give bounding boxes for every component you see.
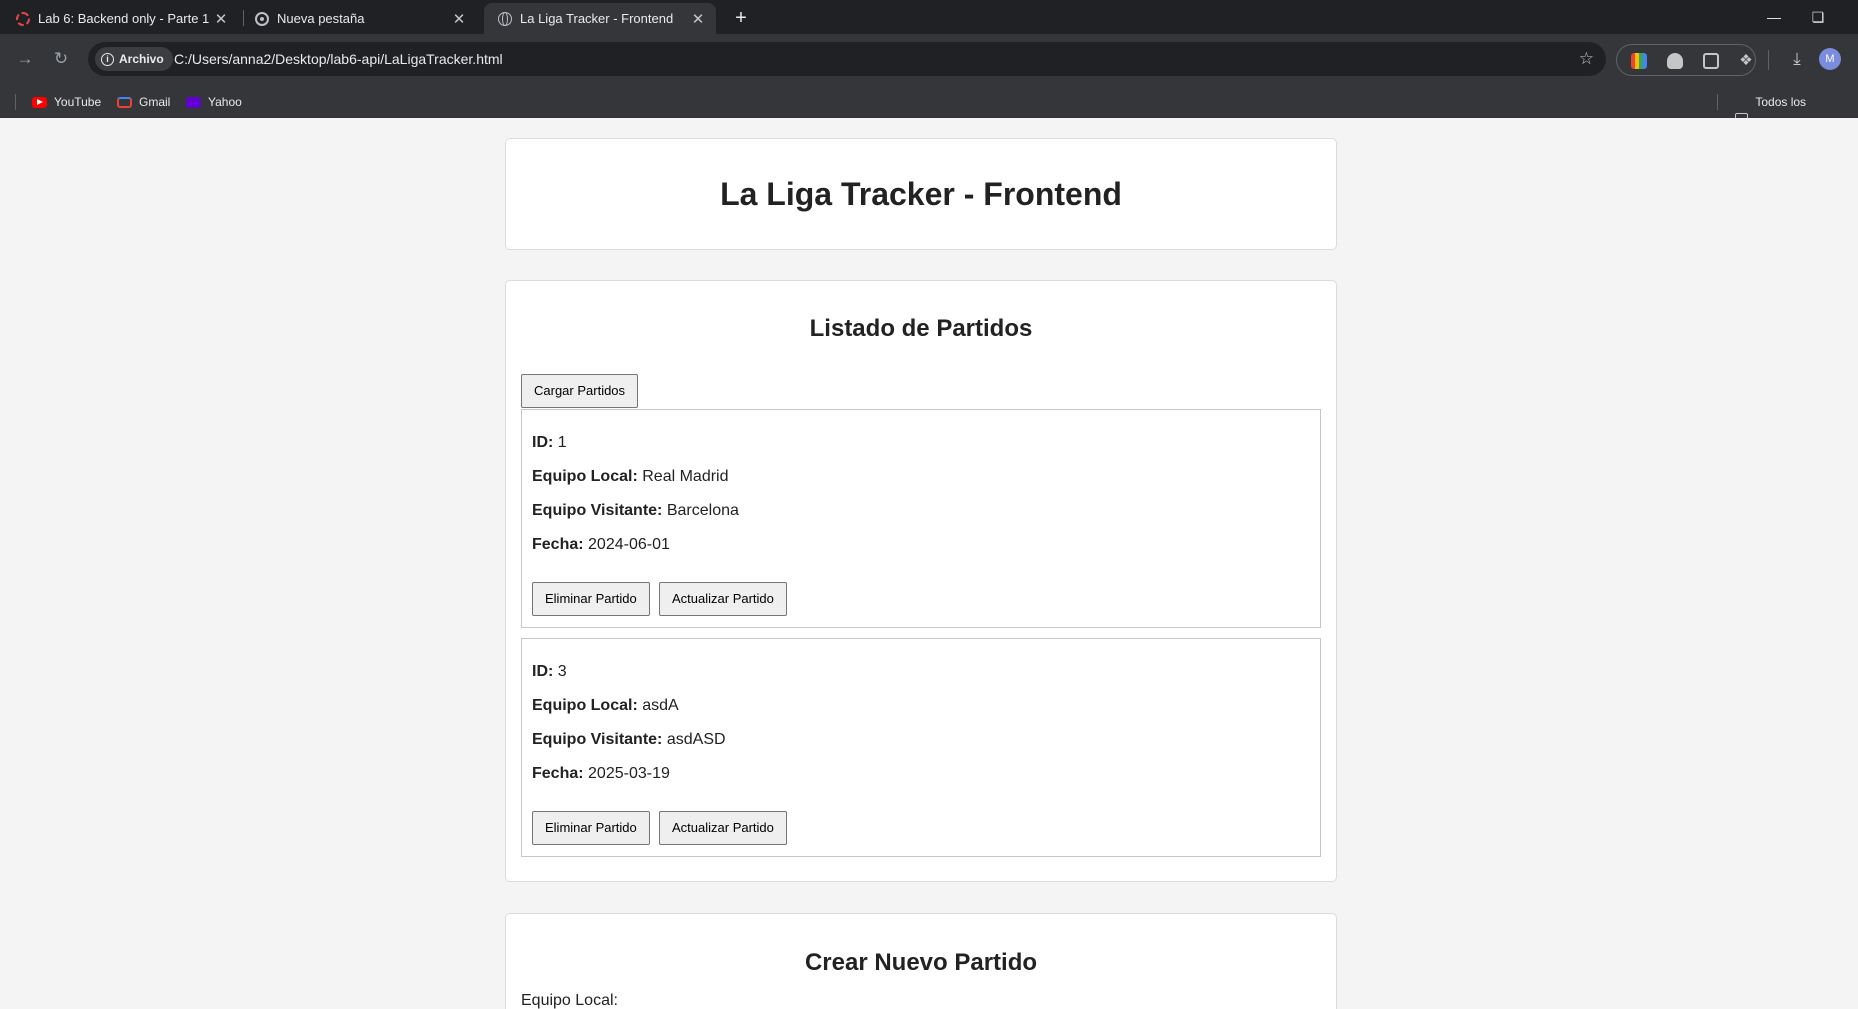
- url-text[interactable]: C:/Users/anna2/Desktop/lab6-api/LaLigaTr…: [174, 42, 503, 76]
- close-icon[interactable]: ✕: [690, 10, 706, 28]
- site-info-chip[interactable]: i Archivo: [95, 47, 173, 71]
- tab-strip: Lab 6: Backend only - Parte 1 ✕ Nueva pe…: [0, 0, 1858, 34]
- match-id: ID: 3: [532, 663, 567, 681]
- match-card: ID: 3 Equipo Local: asdA Equipo Visitant…: [521, 638, 1321, 857]
- field-value: asdASD: [666, 731, 726, 748]
- section-heading: Crear Nuevo Partido: [804, 949, 1038, 976]
- field-label: ID:: [532, 434, 554, 451]
- field-label: ID:: [532, 663, 554, 680]
- close-icon[interactable]: ✕: [451, 10, 467, 28]
- field-value: Barcelona: [666, 502, 739, 519]
- match-date: Fecha: 2025-03-19: [532, 765, 670, 783]
- gmail-icon: [117, 96, 132, 108]
- field-value: asdA: [642, 697, 679, 714]
- new-tab-button[interactable]: +: [727, 5, 755, 33]
- tab-title: Lab 6: Backend only - Parte 1: [38, 11, 210, 26]
- globe-icon: [498, 11, 512, 26]
- page-viewport: La Liga Tracker - Frontend Listado de Pa…: [0, 118, 1858, 1009]
- field-value: 2024-06-01: [588, 536, 670, 553]
- delete-match-button[interactable]: Eliminar Partido: [532, 582, 650, 616]
- yahoo-icon: [186, 96, 201, 108]
- puzzle-icon[interactable]: ❖: [1737, 53, 1755, 69]
- tab-lab6[interactable]: Lab 6: Backend only - Parte 1 ✕: [2, 3, 239, 34]
- profile-avatar[interactable]: M: [1819, 48, 1841, 70]
- bookmark-label: YouTube: [54, 95, 102, 109]
- close-icon[interactable]: ✕: [213, 10, 229, 28]
- field-value: 3: [557, 663, 567, 680]
- update-match-button[interactable]: Actualizar Partido: [659, 811, 787, 845]
- extensions-group: ❖: [1616, 44, 1756, 76]
- load-matches-button[interactable]: Cargar Partidos: [521, 374, 639, 408]
- match-home-team: Equipo Local: asdA: [532, 697, 679, 715]
- field-label: Equipo Visitante:: [532, 731, 663, 748]
- field-value: 1: [557, 434, 567, 451]
- tab-title: La Liga Tracker - Frontend: [520, 11, 674, 26]
- reload-icon[interactable]: ↻: [46, 44, 76, 74]
- match-card: ID: 1 Equipo Local: Real Madrid Equipo V…: [521, 409, 1321, 628]
- match-away-team: Equipo Visitante: asdASD: [532, 731, 726, 749]
- field-label: Equipo Local:: [532, 697, 638, 714]
- header-card: La Liga Tracker - Frontend: [505, 138, 1337, 250]
- tab-la-liga-tracker[interactable]: La Liga Tracker - Frontend ✕: [484, 3, 716, 34]
- info-icon: i: [101, 52, 114, 66]
- bot-extension-icon[interactable]: [1667, 53, 1683, 69]
- match-list-section: Listado de Partidos Cargar Partidos ID: …: [505, 280, 1337, 882]
- card-extension-icon[interactable]: [1703, 53, 1719, 69]
- field-value: Real Madrid: [642, 468, 729, 485]
- red-dashed-circle-icon: [16, 11, 30, 26]
- toolbar-divider: [1768, 50, 1769, 70]
- download-icon[interactable]: ⤓: [1782, 44, 1812, 74]
- bookmark-label: Gmail: [139, 95, 171, 109]
- color-palette-extension-icon[interactable]: [1631, 53, 1647, 69]
- match-home-team: Equipo Local: Real Madrid: [532, 468, 729, 486]
- field-label: Fecha:: [532, 765, 584, 782]
- chrome-icon: [255, 11, 269, 26]
- bookmark-label: Yahoo: [208, 95, 242, 109]
- minimize-icon[interactable]: —: [1754, 4, 1794, 30]
- page-title: La Liga Tracker - Frontend: [720, 176, 1122, 212]
- bookmarks-divider: [15, 94, 16, 110]
- delete-match-button[interactable]: Eliminar Partido: [532, 811, 650, 845]
- youtube-icon: [32, 96, 47, 108]
- bookmark-star-icon[interactable]: ☆: [1579, 42, 1594, 76]
- bookmarks-divider: [1717, 94, 1718, 110]
- create-match-section: Crear Nuevo Partido Equipo Local:: [505, 913, 1337, 1009]
- address-bar[interactable]: i Archivo C:/Users/anna2/Desktop/lab6-ap…: [88, 42, 1606, 76]
- field-label: Equipo Visitante:: [532, 502, 663, 519]
- section-heading: Listado de Partidos: [809, 315, 1033, 342]
- tab-title: Nueva pestaña: [277, 11, 365, 26]
- restore-icon[interactable]: ❏: [1798, 4, 1838, 30]
- match-away-team: Equipo Visitante: Barcelona: [532, 502, 739, 520]
- site-info-label: Archivo: [119, 52, 164, 66]
- bookmark-yahoo[interactable]: Yahoo: [186, 86, 242, 118]
- forward-arrow-icon[interactable]: →: [10, 44, 40, 74]
- field-label: Fecha:: [532, 536, 584, 553]
- tab-new-tab[interactable]: Nueva pestaña ✕: [241, 3, 477, 34]
- match-date: Fecha: 2024-06-01: [532, 536, 670, 554]
- home-team-label: Equipo Local:: [521, 992, 618, 1009]
- field-label: Equipo Local:: [532, 468, 638, 485]
- bookmark-youtube[interactable]: YouTube: [32, 86, 101, 118]
- update-match-button[interactable]: Actualizar Partido: [659, 582, 787, 616]
- bookmark-gmail[interactable]: Gmail: [117, 86, 170, 118]
- browser-toolbar: → ↻ i Archivo C:/Users/anna2/Desktop/lab…: [0, 34, 1858, 141]
- field-value: 2025-03-19: [588, 765, 670, 782]
- bookmarks-bar: YouTube Gmail Yahoo Todos los marcadores: [0, 86, 1858, 141]
- match-id: ID: 1: [532, 434, 567, 452]
